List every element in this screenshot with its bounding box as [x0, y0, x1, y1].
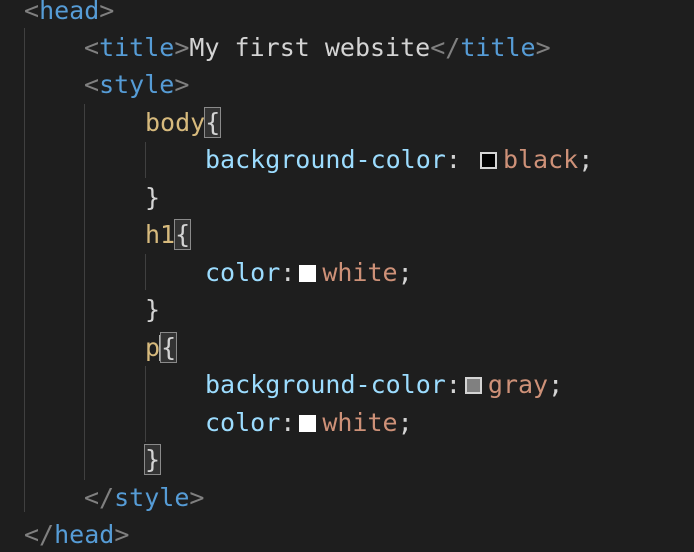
angle-close: >	[535, 33, 551, 62]
indent-guide	[24, 28, 25, 512]
tag-title: title	[99, 33, 175, 62]
colon: :	[280, 258, 296, 287]
angle-open-slash: </	[430, 33, 461, 62]
code-line-head-open[interactable]: <head>	[24, 0, 114, 29]
angle-close: >	[114, 520, 130, 549]
angle-open-slash: </	[24, 520, 55, 549]
angle-open: <	[84, 70, 100, 99]
indent-guide	[145, 366, 146, 442]
tag-title-close: title	[460, 33, 536, 62]
colon: :	[445, 145, 476, 174]
code-line-declaration[interactable]: background-color: black;	[205, 142, 593, 178]
indent-guide	[84, 104, 85, 480]
code-editor[interactable]: <head> <title>My first website</title> <…	[0, 0, 694, 552]
angle-open: <	[24, 0, 40, 25]
colon: :	[445, 370, 461, 399]
code-line-style-open[interactable]: <style>	[84, 67, 189, 103]
tag-style: style	[99, 70, 175, 99]
code-line-h1-selector[interactable]: h1{	[145, 217, 192, 253]
code-line-head-close[interactable]: </head>	[24, 517, 129, 552]
selector-p: p	[145, 333, 161, 362]
selector-h1: h1	[145, 220, 176, 249]
selector-body: body	[145, 108, 206, 137]
tag-head: head	[39, 0, 100, 25]
angle-close: >	[99, 0, 115, 25]
angle-open-slash: </	[84, 483, 115, 512]
code-line-body-selector[interactable]: body{	[145, 105, 222, 141]
tag-style-close: style	[114, 483, 190, 512]
color-swatch-gray[interactable]	[464, 377, 482, 394]
property-name: color	[205, 408, 281, 437]
code-line-declaration[interactable]: background-color: gray;	[205, 367, 563, 403]
property-name: color	[205, 258, 281, 287]
code-line-close-brace[interactable]: }	[145, 292, 160, 328]
color-swatch-white[interactable]	[299, 415, 317, 432]
code-line-close-brace[interactable]: }	[143, 442, 162, 478]
angle-open: <	[84, 33, 100, 62]
code-line-p-selector[interactable]: p{	[145, 330, 178, 366]
close-brace: }	[145, 295, 161, 324]
color-swatch-black[interactable]	[479, 152, 497, 169]
property-value: black	[502, 145, 579, 174]
property-value: gray	[487, 370, 549, 399]
angle-close: >	[174, 33, 190, 62]
property-value: white	[322, 408, 398, 437]
title-text: My first website	[189, 33, 431, 62]
code-line-title[interactable]: <title>My first website</title>	[84, 30, 551, 66]
property-name: background-color	[205, 145, 446, 174]
code-line-style-close[interactable]: </style>	[84, 480, 204, 516]
semicolon: ;	[397, 258, 413, 287]
colon: :	[280, 408, 296, 437]
code-line-declaration[interactable]: color: white;	[205, 255, 413, 291]
semicolon: ;	[397, 408, 413, 437]
indent-guide	[145, 254, 146, 290]
tag-head-close: head	[54, 520, 115, 549]
indent-guide	[145, 142, 146, 178]
angle-close: >	[174, 70, 190, 99]
semicolon: ;	[578, 145, 594, 174]
property-name: background-color	[205, 370, 446, 399]
open-brace: {	[204, 107, 222, 138]
close-brace-matched: }	[143, 444, 162, 475]
code-line-declaration[interactable]: color: white;	[205, 405, 413, 441]
semicolon: ;	[548, 370, 564, 399]
color-swatch-white[interactable]	[299, 265, 317, 282]
open-brace: {	[174, 219, 192, 250]
property-value: white	[322, 258, 398, 287]
code-line-close-brace[interactable]: }	[145, 180, 160, 216]
close-brace: }	[145, 183, 161, 212]
angle-close: >	[189, 483, 205, 512]
open-brace: {	[160, 332, 178, 363]
